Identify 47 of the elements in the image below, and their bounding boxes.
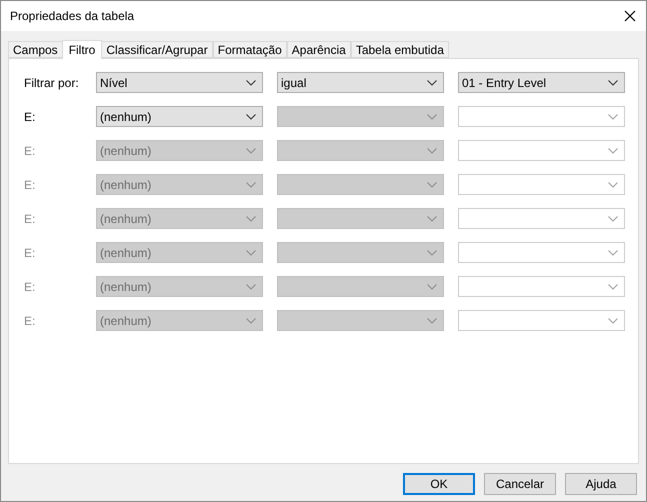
tab[interactable]: Campos <box>8 41 63 58</box>
chevron-down-icon <box>246 250 256 256</box>
chevron-down-icon <box>246 80 256 86</box>
chevron-down-icon <box>608 114 618 120</box>
chevron-down-icon <box>246 182 256 188</box>
tab[interactable]: Tabela embutida <box>350 41 449 58</box>
chevron-down-icon <box>427 182 437 188</box>
dialog-button[interactable]: OK <box>403 473 475 495</box>
dialog-button[interactable]: Cancelar <box>484 473 556 495</box>
tab[interactable]: Classificar/Agrupar <box>101 41 213 58</box>
dropdown-field[interactable]: 01 - Entry Level <box>458 72 625 93</box>
row-label: E: <box>24 312 36 330</box>
chevron-down-icon <box>246 148 256 154</box>
row-label: E: <box>24 278 36 296</box>
dialog-button[interactable]: Ajuda <box>565 473 637 495</box>
row-label: E: <box>24 244 36 262</box>
chevron-down-icon <box>608 80 618 86</box>
chevron-down-icon <box>246 216 256 222</box>
chevron-down-icon <box>246 318 256 324</box>
chevron-down-icon <box>608 318 618 324</box>
chevron-down-icon <box>608 148 618 154</box>
dropdown-field[interactable]: (nenhum) <box>96 106 263 127</box>
chevron-down-icon <box>608 216 618 222</box>
tab[interactable]: Filtro <box>62 40 102 59</box>
tab[interactable]: Aparência <box>286 41 351 58</box>
chevron-down-icon <box>427 148 437 154</box>
chevron-down-icon <box>427 216 437 222</box>
dropdown-field[interactable]: Nível <box>96 72 263 93</box>
chevron-down-icon <box>246 114 256 120</box>
row-label: E: <box>24 176 36 194</box>
chevron-down-icon <box>246 284 256 290</box>
chevron-down-icon <box>427 114 437 120</box>
chevron-down-icon <box>427 318 437 324</box>
row-label: E: <box>24 210 36 228</box>
window-title: Propriedades da tabela <box>10 8 134 25</box>
chevron-down-icon <box>427 250 437 256</box>
tab[interactable]: Formatação <box>212 41 287 58</box>
close-icon[interactable] <box>624 10 636 22</box>
row-label: E: <box>24 108 36 126</box>
chevron-down-icon <box>608 182 618 188</box>
chevron-down-icon <box>608 284 618 290</box>
chevron-down-icon <box>427 284 437 290</box>
row-label: E: <box>24 142 36 160</box>
dropdown-field[interactable]: igual <box>277 72 444 93</box>
row-label: Filtrar por: <box>24 74 80 92</box>
chevron-down-icon <box>427 80 437 86</box>
chevron-down-icon <box>608 250 618 256</box>
